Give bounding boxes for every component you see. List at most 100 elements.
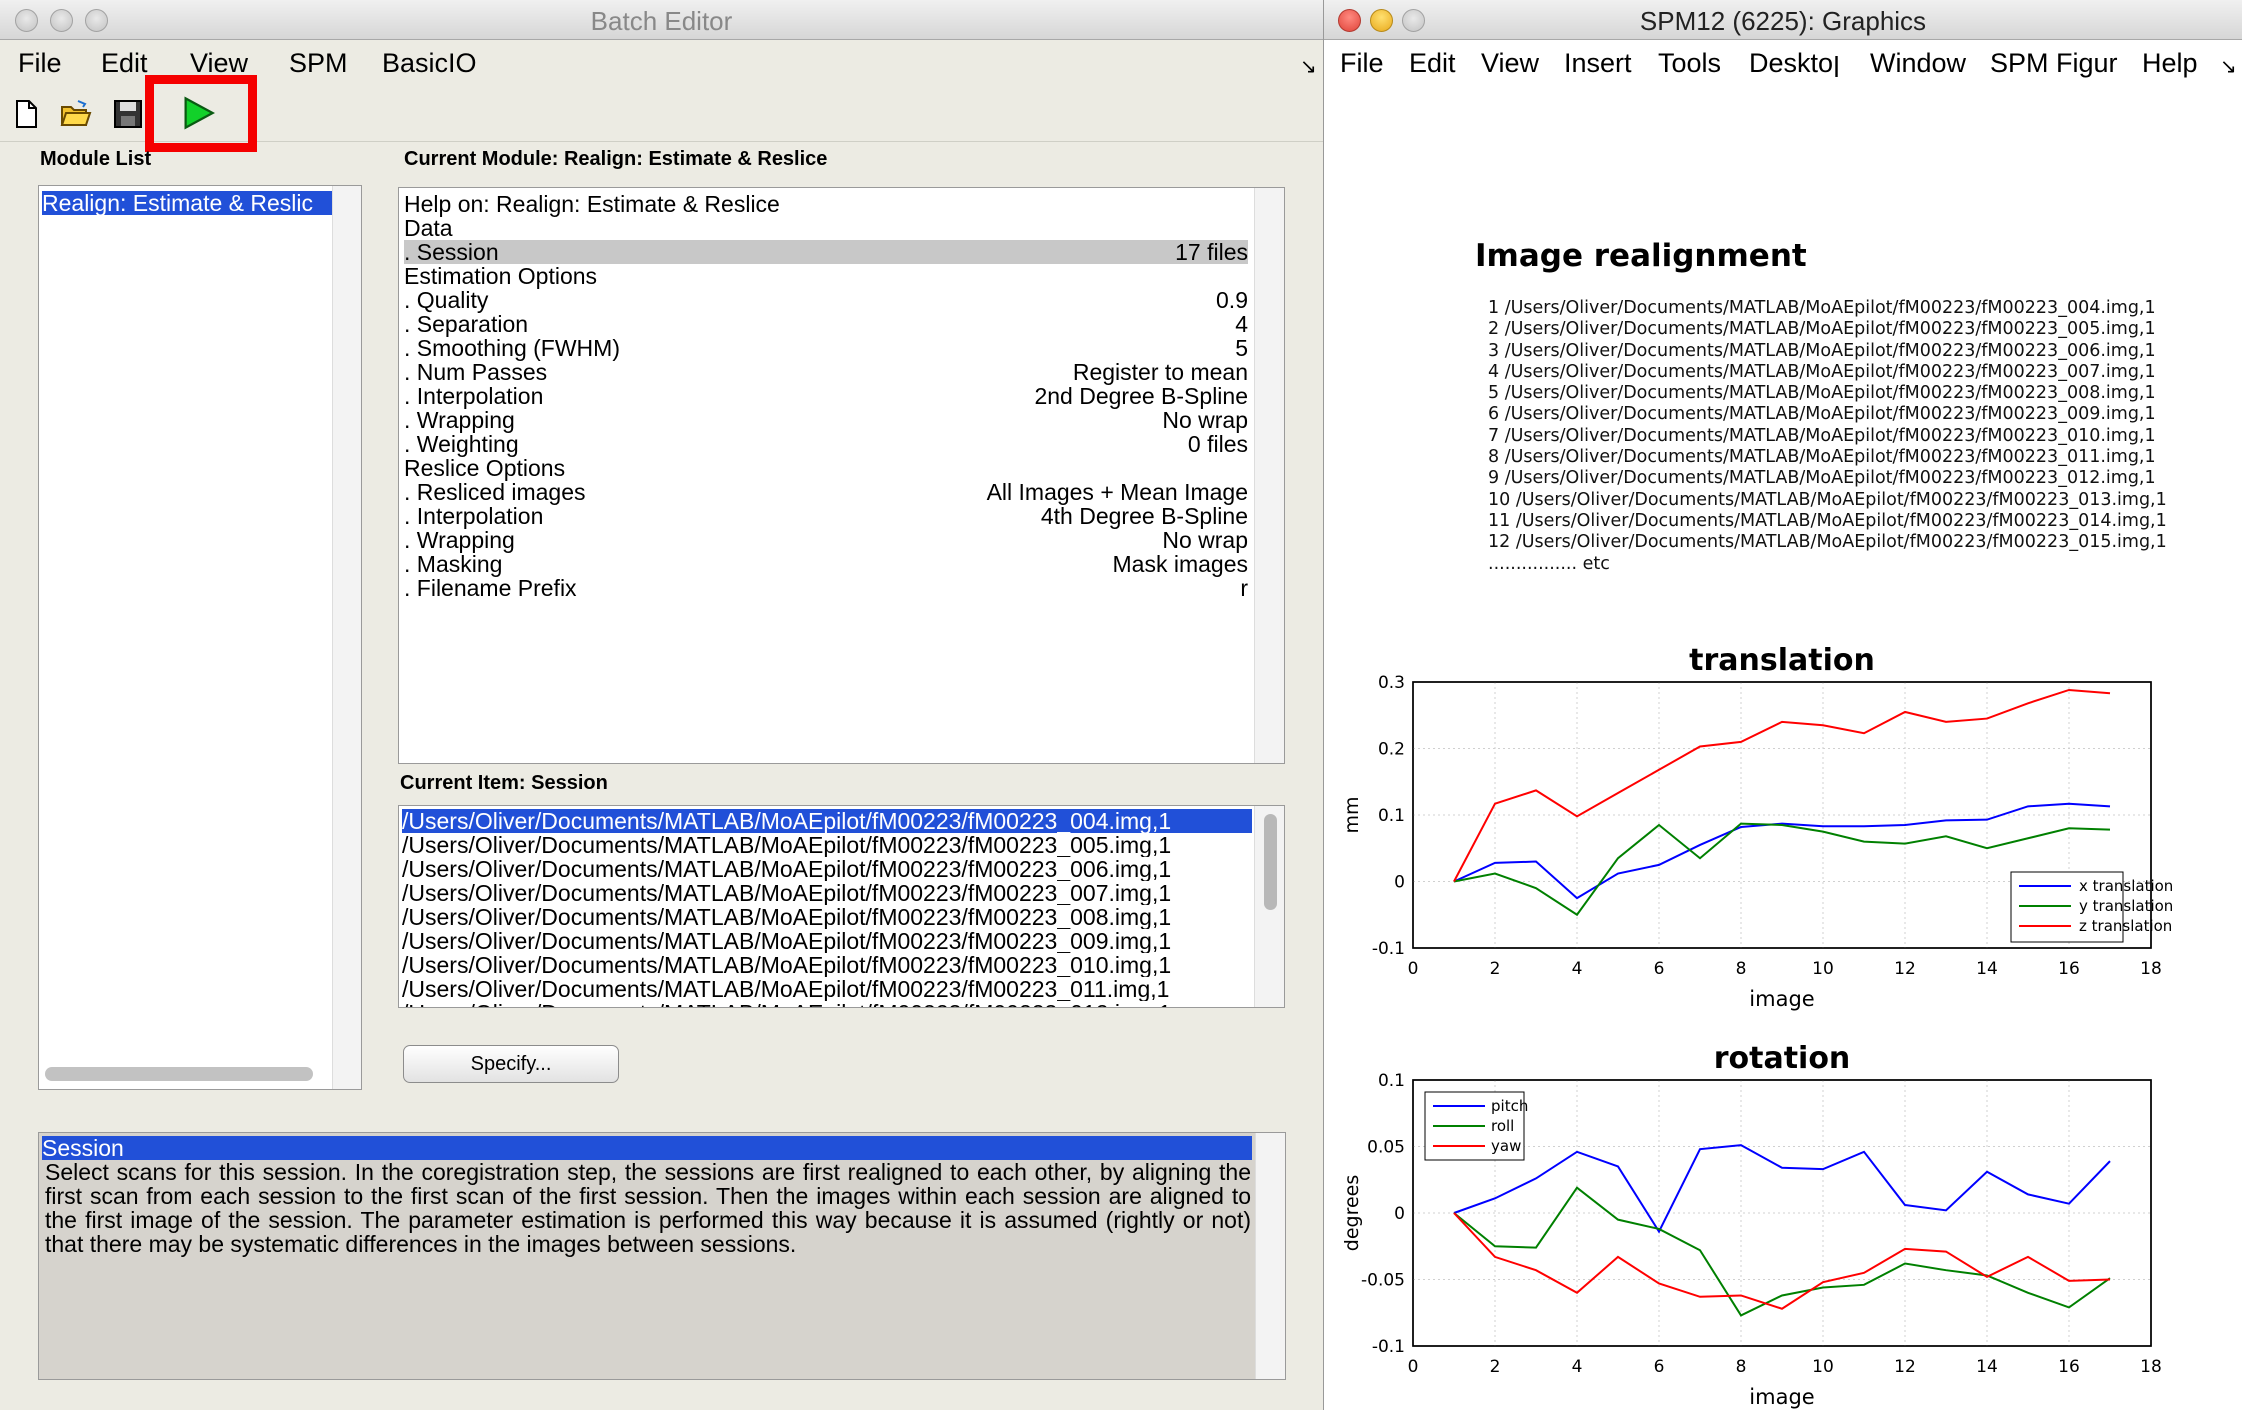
x-tick-label: 16	[2058, 1357, 2080, 1377]
setting-label: Reslice Options	[404, 455, 566, 481]
module-setting-row[interactable]: . Weighting 0 files	[404, 432, 1248, 456]
setting-value: Mask images	[1112, 551, 1248, 577]
realignment-file-list: 1 /Users/Oliver/Documents/MATLAB/MoAEpil…	[1488, 298, 2167, 575]
setting-label: . Masking	[404, 551, 503, 577]
x-tick-label: 14	[1976, 1357, 1998, 1377]
module-setting-row[interactable]: . Quality 0.9	[404, 288, 1248, 312]
legend-label: pitch	[1491, 1097, 1528, 1115]
module-setting-row[interactable]: Estimation Options	[404, 264, 1248, 288]
menu-spm-figure[interactable]: SPM Figur	[1990, 48, 2118, 79]
module-setting-row[interactable]: . Masking Mask images	[404, 552, 1248, 576]
module-list-hscroll[interactable]	[45, 1067, 313, 1081]
legend-label: z translation	[2079, 917, 2172, 935]
module-setting-row[interactable]: Data	[404, 216, 1248, 240]
setting-label: . Interpolation	[404, 503, 544, 529]
y-tick-label: 0	[1394, 1204, 1405, 1224]
module-setting-row[interactable]: . Interpolation 2nd Degree B-Spline	[404, 384, 1248, 408]
module-setting-row[interactable]: . Filename Prefix r	[404, 576, 1248, 600]
x-tick-label: 10	[1812, 959, 1834, 979]
menu-tools[interactable]: Tools	[1658, 48, 1721, 79]
specify-button[interactable]: Specify...	[403, 1045, 619, 1083]
chart-title: rotation	[1714, 1041, 1851, 1076]
menu-insert[interactable]: Insert	[1564, 48, 1632, 79]
setting-value: 0.9	[1216, 287, 1248, 313]
menu-file[interactable]: File	[18, 48, 62, 79]
menu-basicio[interactable]: BasicIO	[382, 48, 477, 79]
realignment-file-entry: 12 /Users/Oliver/Documents/MATLAB/MoAEpi…	[1488, 532, 2167, 553]
x-tick-label: 6	[1654, 959, 1665, 979]
session-files-scroll-thumb[interactable]	[1264, 814, 1277, 910]
x-tick-label: 6	[1654, 1357, 1665, 1377]
module-setting-row[interactable]: . Session 17 files	[404, 240, 1248, 264]
menu-spm[interactable]: SPM	[289, 48, 348, 79]
realignment-file-entry: 5 /Users/Oliver/Documents/MATLAB/MoAEpil…	[1488, 383, 2156, 404]
setting-value: No wrap	[1162, 527, 1248, 553]
y-tick-label: 0	[1394, 873, 1405, 893]
menu-file[interactable]: File	[1340, 48, 1384, 79]
realignment-heading: Image realignment	[1475, 238, 1807, 274]
realignment-file-entry: 9 /Users/Oliver/Documents/MATLAB/MoAEpil…	[1488, 468, 2156, 489]
session-file-row[interactable]: /Users/Oliver/Documents/MATLAB/MoAEpilot…	[402, 857, 1252, 881]
menu-desktop[interactable]: Desktoן	[1749, 48, 1840, 79]
menu-view[interactable]: View	[1481, 48, 1539, 79]
session-file-row[interactable]: /Users/Oliver/Documents/MATLAB/MoAEpilot…	[402, 809, 1252, 833]
realignment-file-entry: ................ etc	[1488, 553, 1610, 574]
help-scrollbar[interactable]	[1255, 1133, 1285, 1379]
setting-label: . Filename Prefix	[404, 575, 577, 601]
menu-help[interactable]: Help	[2142, 48, 2198, 79]
module-setting-row[interactable]: . Num Passes Register to mean	[404, 360, 1248, 384]
y-tick-label: -0.1	[1372, 1337, 1405, 1357]
menu-edit[interactable]: Edit	[101, 48, 148, 79]
session-file-row[interactable]: /Users/Oliver/Documents/MATLAB/MoAEpilot…	[402, 905, 1252, 929]
current-item-label: Current Item: Session	[400, 772, 608, 794]
menu-overflow-icon[interactable]: ↘	[1300, 54, 1317, 79]
save-icon[interactable]	[112, 98, 144, 130]
module-list-vscroll[interactable]	[332, 186, 361, 1089]
module-setting-row[interactable]: . Resliced images All Images + Mean Image	[404, 480, 1248, 504]
module-setting-row[interactable]: . Separation 4	[404, 312, 1248, 336]
y-tick-label: 0.2	[1378, 740, 1405, 760]
module-settings-scrollbar[interactable]	[1254, 188, 1284, 763]
setting-label: . Interpolation	[404, 383, 544, 409]
y-tick-label: -0.05	[1361, 1271, 1405, 1291]
menu-edit[interactable]: Edit	[1409, 48, 1456, 79]
setting-value: No wrap	[1162, 407, 1248, 433]
legend-label: yaw	[1491, 1137, 1521, 1155]
module-setting-row[interactable]: . Smoothing (FWHM) 5	[404, 336, 1248, 360]
module-setting-row[interactable]: Help on: Realign: Estimate & Reslice	[404, 192, 1248, 216]
session-file-row[interactable]: /Users/Oliver/Documents/MATLAB/MoAEpilot…	[402, 833, 1252, 857]
x-tick-label: 2	[1490, 1357, 1501, 1377]
module-setting-row[interactable]: . Interpolation 4th Degree B-Spline	[404, 504, 1248, 528]
session-file-row[interactable]: /Users/Oliver/Documents/MATLAB/MoAEpilot…	[402, 881, 1252, 905]
session-file-row[interactable]: /Users/Oliver/Documents/MATLAB/MoAEpilot…	[402, 929, 1252, 953]
setting-value: 4th Degree B-Spline	[1040, 503, 1248, 529]
setting-value: 17 files	[1175, 239, 1248, 265]
setting-label: . Resliced images	[404, 479, 586, 505]
window-title: Batch Editor	[590, 6, 733, 36]
session-file-row[interactable]: /Users/Oliver/Documents/MATLAB/MoAEpilot…	[402, 1001, 1252, 1007]
module-list-item[interactable]: Realign: Estimate & Reslic	[42, 191, 332, 215]
x-tick-label: 18	[2140, 959, 2162, 979]
setting-value: r	[1240, 575, 1248, 601]
y-tick-label: 0.05	[1367, 1138, 1405, 1158]
module-setting-row[interactable]: Reslice Options	[404, 456, 1248, 480]
menu-window[interactable]: Window	[1870, 48, 1966, 79]
session-files-scrollbar[interactable]	[1254, 806, 1284, 1007]
menu-overflow-icon[interactable]: ↘	[2220, 54, 2237, 79]
setting-value: 0 files	[1187, 431, 1248, 457]
x-tick-label: 8	[1736, 1357, 1747, 1377]
batch-editor-titlebar: Batch Editor	[0, 0, 1323, 40]
module-setting-row[interactable]: . Wrapping No wrap	[404, 528, 1248, 552]
module-settings-list: Help on: Realign: Estimate & Reslice Data…	[398, 187, 1285, 764]
help-text: Select scans for this session. In the co…	[45, 1159, 1251, 1257]
module-setting-row[interactable]: . Wrapping No wrap	[404, 408, 1248, 432]
session-file-row[interactable]: /Users/Oliver/Documents/MATLAB/MoAEpilot…	[402, 953, 1252, 977]
new-file-icon[interactable]	[10, 98, 42, 130]
setting-value: All Images + Mean Image	[986, 479, 1248, 505]
session-file-row[interactable]: /Users/Oliver/Documents/MATLAB/MoAEpilot…	[402, 977, 1252, 1001]
x-tick-label: 0	[1408, 959, 1419, 979]
realignment-file-entry: 2 /Users/Oliver/Documents/MATLAB/MoAEpil…	[1488, 319, 2156, 340]
open-folder-icon[interactable]	[60, 98, 92, 130]
setting-label: . Quality	[404, 287, 489, 313]
y-axis-label: mm	[1341, 796, 1363, 833]
